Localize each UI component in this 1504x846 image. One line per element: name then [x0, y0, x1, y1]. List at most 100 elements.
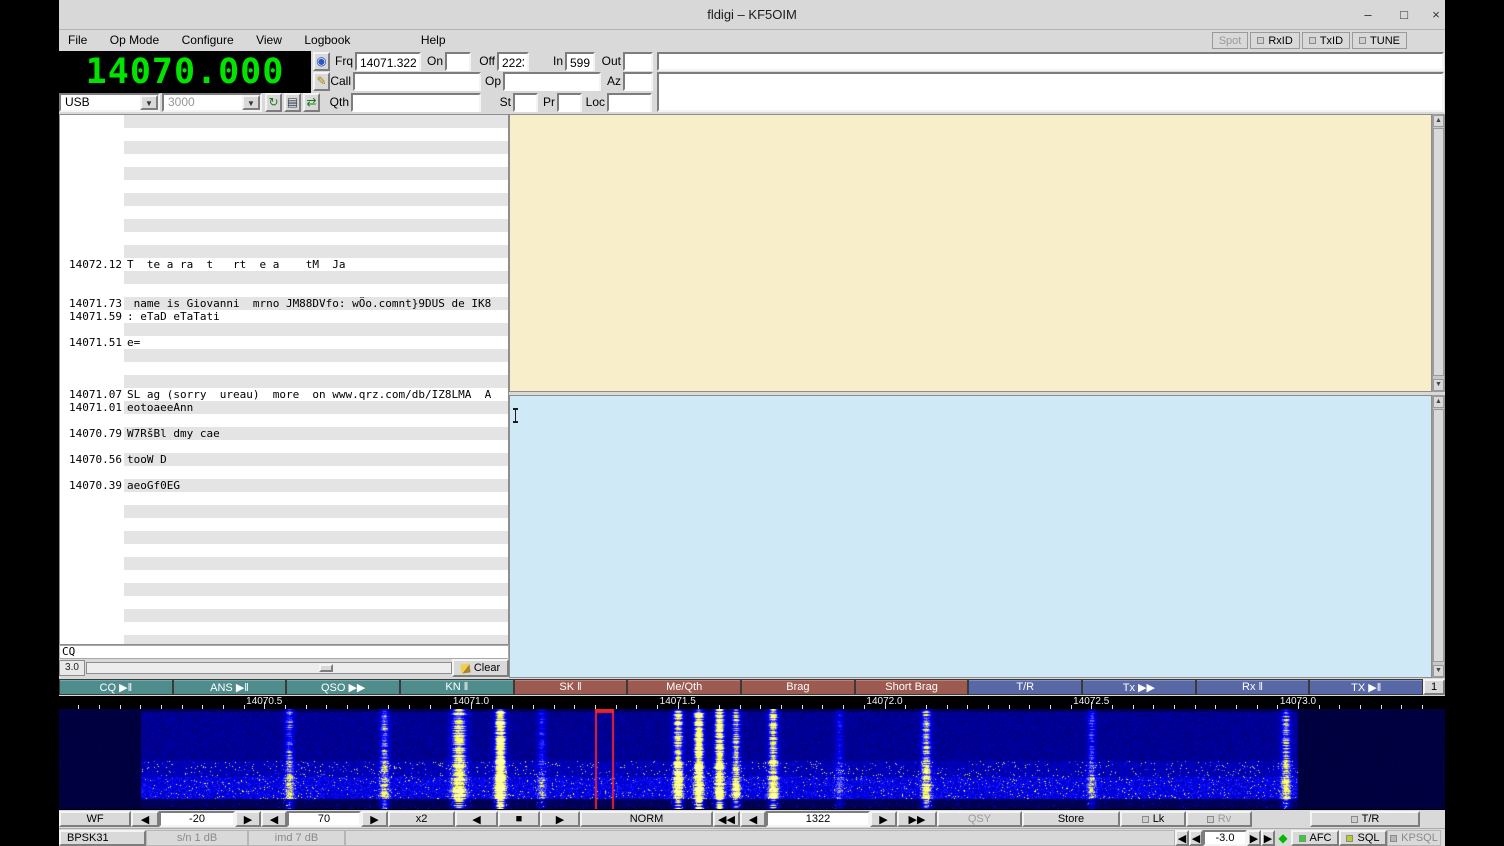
macro-button-ans[interactable]: ANS ▶‖	[173, 679, 287, 695]
rx-browser-row[interactable]	[60, 531, 508, 544]
tx-level-max-button[interactable]: ▶	[1261, 830, 1275, 846]
rx-browser-row[interactable]	[60, 219, 508, 232]
sync-icon[interactable]: ↻	[265, 93, 282, 112]
rx-text-area[interactable]	[509, 114, 1432, 392]
rx-scrollbar[interactable]: ▲ ▼	[1432, 114, 1445, 392]
carrier-down-fast-button[interactable]: ◀◀	[713, 811, 740, 827]
out-input[interactable]	[625, 56, 651, 71]
rx-browser-row[interactable]: 14071.51e=	[60, 336, 508, 349]
clear-browser-button[interactable]: Clear	[452, 659, 509, 677]
loc-input[interactable]	[609, 97, 650, 112]
rx-browser-row[interactable]	[60, 232, 508, 245]
minimize-button[interactable]: –	[1355, 6, 1381, 24]
rx-browser-row[interactable]: 14070.56tooW D	[60, 453, 508, 466]
scroll-up-icon[interactable]: ▲	[1433, 115, 1444, 127]
carrier-up-fast-button[interactable]: ▶▶	[897, 811, 937, 827]
rx-browser-row[interactable]: 14071.07SL ag (sorry ureau) more on www.…	[60, 388, 508, 401]
macro-button-tx[interactable]: Tx ▶▶	[1082, 679, 1196, 695]
qth-input[interactable]	[353, 97, 479, 112]
sideband-selector[interactable]: USB ▼	[59, 93, 160, 112]
macro-button-qso[interactable]: QSO ▶▶	[286, 679, 400, 695]
menu-view[interactable]: View	[247, 30, 291, 51]
wf-mode-button[interactable]: WF	[59, 811, 131, 827]
rx-browser-row[interactable]	[60, 466, 508, 479]
pr-input[interactable]	[559, 97, 580, 112]
rx-browser-row[interactable]: 14070.79W7RšBl dmy cae	[60, 427, 508, 440]
tune-button[interactable]: TUNE	[1352, 32, 1407, 49]
rxid-button[interactable]: RxID	[1250, 32, 1299, 49]
waterfall-display[interactable]	[59, 709, 1445, 809]
rx-browser-row[interactable]	[60, 635, 508, 645]
sql-toggle[interactable]: SQL	[1339, 830, 1387, 846]
macro-button-me-qth[interactable]: Me/Qth	[627, 679, 741, 695]
macro-button-short-brag[interactable]: Short Brag	[855, 679, 969, 695]
macro-button-cq[interactable]: CQ ▶‖	[59, 679, 173, 695]
slew-stop-button[interactable]: ■	[498, 811, 540, 827]
sheet-icon[interactable]: ▤	[284, 93, 301, 112]
swap-icon[interactable]: ⇄	[303, 93, 320, 112]
rx-browser-row[interactable]	[60, 193, 508, 206]
zoom-button[interactable]: x2	[388, 811, 455, 827]
macro-button-kn[interactable]: KN ‖	[400, 679, 514, 695]
title-bar[interactable]: fldigi – KF5OIM – □ ×	[59, 0, 1445, 30]
rx-browser-row[interactable]	[60, 492, 508, 505]
in-input[interactable]	[567, 56, 593, 71]
tx-level-up-button[interactable]: ▶	[1247, 830, 1261, 846]
qsy-icon[interactable]: ◉	[313, 52, 330, 71]
tx-scrollbar[interactable]: ▲ ▼	[1432, 395, 1445, 678]
lock-toggle[interactable]: Lk	[1120, 811, 1186, 827]
macro-button-rx[interactable]: Rx ‖	[1196, 679, 1310, 695]
rx-browser-row[interactable]	[60, 167, 508, 180]
txrx-toggle[interactable]: T/R	[1310, 811, 1420, 827]
macro-page-button[interactable]: 1	[1423, 679, 1445, 695]
rx-scrollbar-thumb[interactable]	[1433, 128, 1444, 376]
st-input[interactable]	[515, 97, 536, 112]
rx-browser-row[interactable]	[60, 141, 508, 154]
rx-log-info-field[interactable]	[657, 52, 1444, 71]
ref-level-up-button[interactable]: ▶	[235, 811, 261, 827]
bandwidth-selector[interactable]: 3000 ▼	[162, 93, 262, 112]
rx-browser-row[interactable]	[60, 180, 508, 193]
macro-button-sk[interactable]: SK ‖	[514, 679, 628, 695]
slew-left-button[interactable]: ◀	[455, 811, 498, 827]
qsy-button[interactable]: QSY	[937, 811, 1022, 827]
slew-right-button[interactable]: ▶	[540, 811, 580, 827]
rx-browser-row[interactable]	[60, 284, 508, 297]
frequency-display[interactable]: 14070.000	[59, 51, 311, 93]
az-input[interactable]	[625, 76, 651, 91]
macro-button-brag[interactable]: Brag	[741, 679, 855, 695]
macro-button-tx[interactable]: TX ▶‖	[1309, 679, 1423, 695]
rx-browser-row[interactable]	[60, 128, 508, 141]
afc-toggle[interactable]: AFC	[1291, 830, 1339, 846]
rx-browser-row[interactable]	[60, 440, 508, 453]
rx-browser-row[interactable]	[60, 271, 508, 284]
carrier-up-button[interactable]: ▶	[870, 811, 897, 827]
maximize-button[interactable]: □	[1391, 6, 1417, 24]
rx-browser-row[interactable]	[60, 245, 508, 258]
rx-browser-row[interactable]	[60, 375, 508, 388]
ref-level-down-button[interactable]: ◀	[131, 811, 159, 827]
call-input[interactable]	[355, 76, 479, 91]
range-up-button[interactable]: ▶	[361, 811, 388, 827]
rx-browser-row[interactable]	[60, 596, 508, 609]
frq-input[interactable]	[357, 56, 419, 71]
menu-help[interactable]: Help	[412, 30, 455, 51]
carrier-down-button[interactable]: ◀	[740, 811, 766, 827]
rx-browser-row[interactable]: 14071.59: eTaD eTaTati	[60, 310, 508, 323]
rx-browser-row[interactable]: 14072.12T te a ra t rt e a tM Ja	[60, 258, 508, 271]
browser-level-slider[interactable]	[86, 662, 452, 674]
rx-browser-row[interactable]	[60, 414, 508, 427]
rx-browser-row[interactable]: 14071.01eotoaeeAnn	[60, 401, 508, 414]
rx-browser-row[interactable]	[60, 557, 508, 570]
macro-button-t-r[interactable]: T/R	[968, 679, 1082, 695]
tx-text-area[interactable]	[509, 395, 1432, 678]
off-input[interactable]	[499, 56, 527, 71]
reverse-toggle[interactable]: Rv	[1186, 811, 1252, 827]
scroll-down-icon[interactable]: ▼	[1433, 379, 1444, 391]
spot-button[interactable]: Spot	[1212, 32, 1249, 49]
rx-browser-row[interactable]	[60, 206, 508, 219]
rx-browser-row[interactable]: 14071.73 name is Giovanni mrno JM88DVfo:…	[60, 297, 508, 310]
qso-notes-field[interactable]	[657, 72, 1444, 112]
rx-browser-row[interactable]	[60, 609, 508, 622]
tx-level-min-button[interactable]: ◀	[1175, 830, 1189, 846]
